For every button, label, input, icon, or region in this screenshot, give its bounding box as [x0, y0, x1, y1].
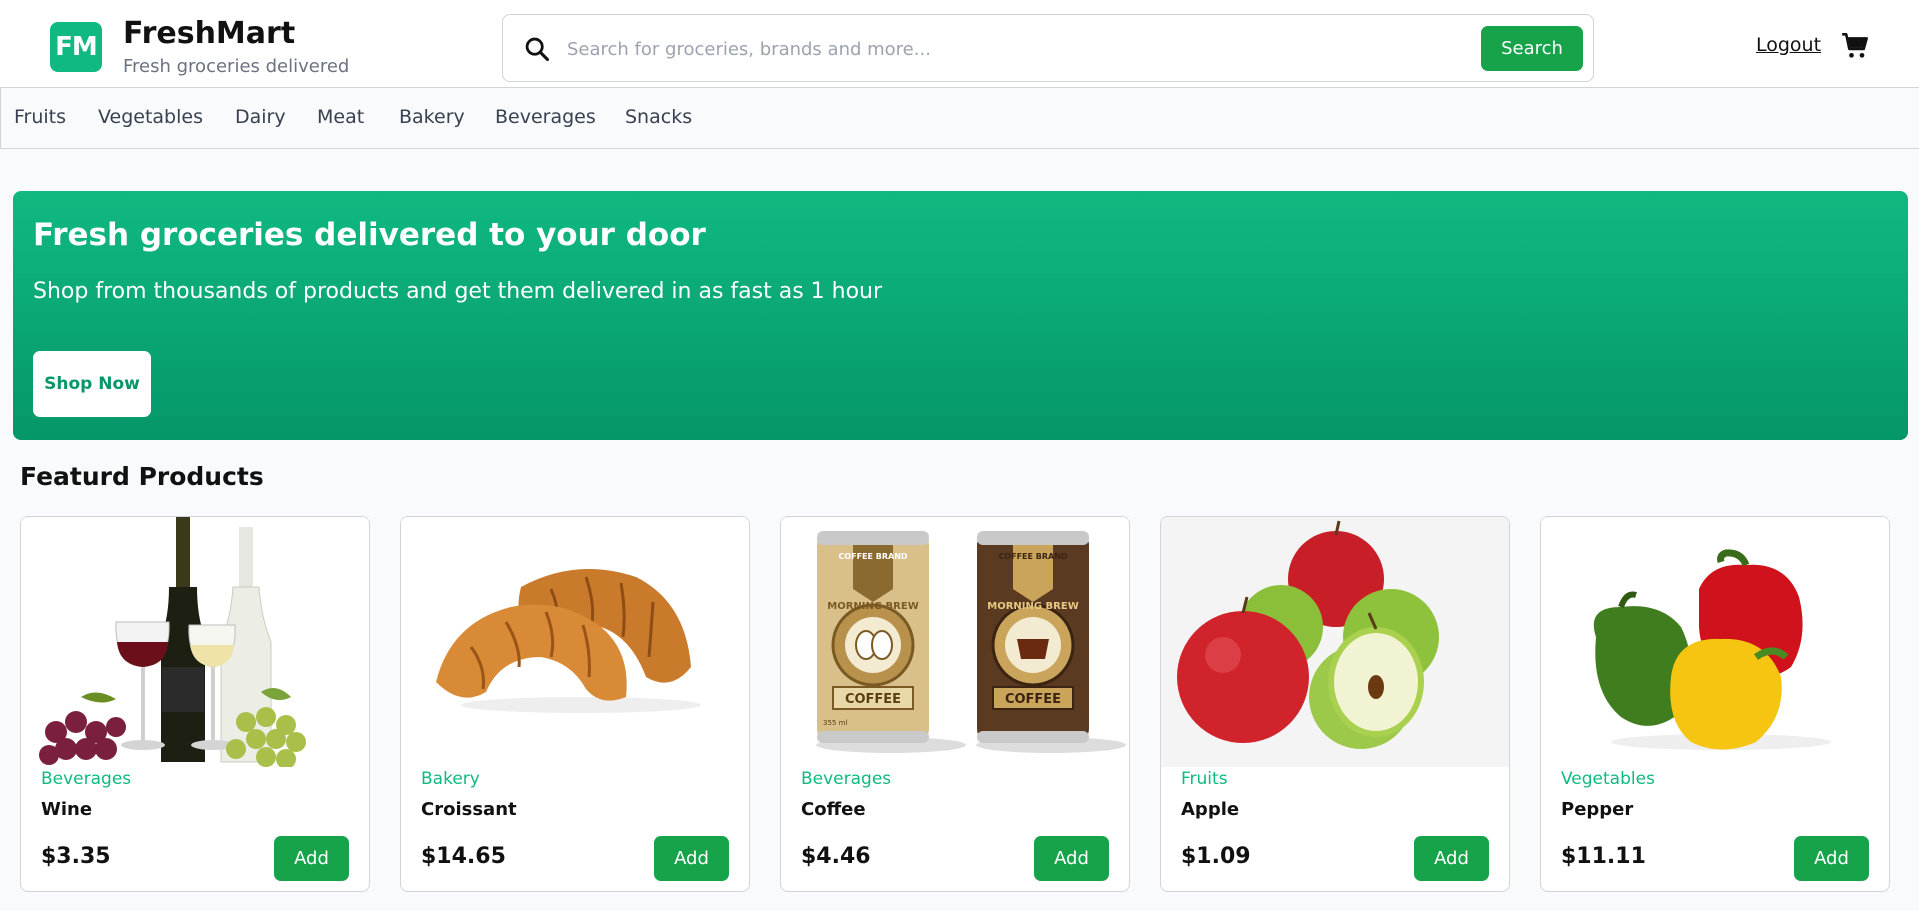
- hero-subtitle: Shop from thousands of products and get …: [33, 279, 883, 304]
- product-name: Croissant: [421, 799, 517, 820]
- hero-banner: Fresh groceries delivered to your door S…: [13, 191, 1908, 440]
- product-price: $1.09: [1181, 844, 1251, 869]
- apple-image: [1161, 517, 1509, 767]
- hero-title: Fresh groceries delivered to your door: [33, 217, 706, 253]
- product-category: Fruits: [1181, 769, 1228, 789]
- search-button[interactable]: Search: [1481, 26, 1583, 71]
- featured-products-title: Featurd Products: [20, 462, 264, 491]
- product-price: $11.11: [1561, 844, 1646, 869]
- svg-text:COFFEE: COFFEE: [845, 692, 901, 707]
- nav-item-vegetables[interactable]: Vegetables: [98, 106, 203, 128]
- product-category: Vegetables: [1561, 769, 1655, 789]
- svg-text:MORNING BREW: MORNING BREW: [987, 601, 1078, 612]
- coffee-cans-image: COFFEE BRAND MORNING BREW COFFEE 355 ml …: [781, 517, 1129, 767]
- svg-text:355 ml: 355 ml: [823, 719, 847, 727]
- product-price: $3.35: [41, 844, 111, 869]
- nav-item-beverages[interactable]: Beverages: [495, 106, 596, 128]
- product-card[interactable]: Fruits Apple $1.09 Add: [1160, 516, 1510, 892]
- nav-item-dairy[interactable]: Dairy: [235, 106, 286, 128]
- shop-now-button[interactable]: Shop Now: [33, 351, 151, 417]
- category-nav: Fruits Vegetables Dairy Meat Bakery Beve…: [0, 88, 1919, 149]
- nav-item-bakery[interactable]: Bakery: [399, 106, 465, 128]
- product-name: Coffee: [801, 799, 866, 820]
- search-icon: [525, 37, 550, 62]
- logo-badge[interactable]: FM: [50, 22, 102, 72]
- product-category: Bakery: [421, 769, 480, 789]
- product-category: Beverages: [41, 769, 132, 789]
- add-to-cart-button[interactable]: Add: [1794, 836, 1869, 881]
- search-bar: Search: [502, 14, 1594, 82]
- product-price: $14.65: [421, 844, 506, 869]
- product-price: $4.46: [801, 844, 871, 869]
- add-to-cart-button[interactable]: Add: [274, 836, 349, 881]
- pepper-image: [1541, 517, 1889, 767]
- product-card[interactable]: Bakery Croissant $14.65 Add: [400, 516, 750, 892]
- nav-item-meat[interactable]: Meat: [317, 106, 364, 128]
- svg-text:COFFEE: COFFEE: [1005, 692, 1061, 707]
- add-to-cart-button[interactable]: Add: [654, 836, 729, 881]
- product-name: Pepper: [1561, 799, 1634, 820]
- product-name: Wine: [41, 799, 93, 820]
- svg-text:COFFEE BRAND: COFFEE BRAND: [838, 552, 907, 561]
- croissant-image: [401, 517, 749, 767]
- nav-item-snacks[interactable]: Snacks: [625, 106, 692, 128]
- logout-link[interactable]: Logout: [1756, 34, 1821, 56]
- product-name: Apple: [1181, 799, 1240, 820]
- header: FM FreshMart Fresh groceries delivered S…: [0, 0, 1919, 88]
- brand-tagline: Fresh groceries delivered: [123, 56, 350, 77]
- product-card[interactable]: Vegetables Pepper $11.11 Add: [1540, 516, 1890, 892]
- svg-text:MORNING BREW: MORNING BREW: [827, 601, 918, 612]
- nav-item-fruits[interactable]: Fruits: [14, 106, 66, 128]
- cart-icon[interactable]: [1841, 32, 1869, 60]
- add-to-cart-button[interactable]: Add: [1414, 836, 1489, 881]
- wine-image: [21, 517, 369, 767]
- brand-name[interactable]: FreshMart: [123, 16, 295, 51]
- svg-text:COFFEE BRAND: COFFEE BRAND: [998, 552, 1067, 561]
- add-to-cart-button[interactable]: Add: [1034, 836, 1109, 881]
- search-input[interactable]: [567, 29, 1467, 69]
- product-category: Beverages: [801, 769, 892, 789]
- product-card[interactable]: COFFEE BRAND MORNING BREW COFFEE 355 ml …: [780, 516, 1130, 892]
- product-card[interactable]: Beverages Wine $3.35 Add: [20, 516, 370, 892]
